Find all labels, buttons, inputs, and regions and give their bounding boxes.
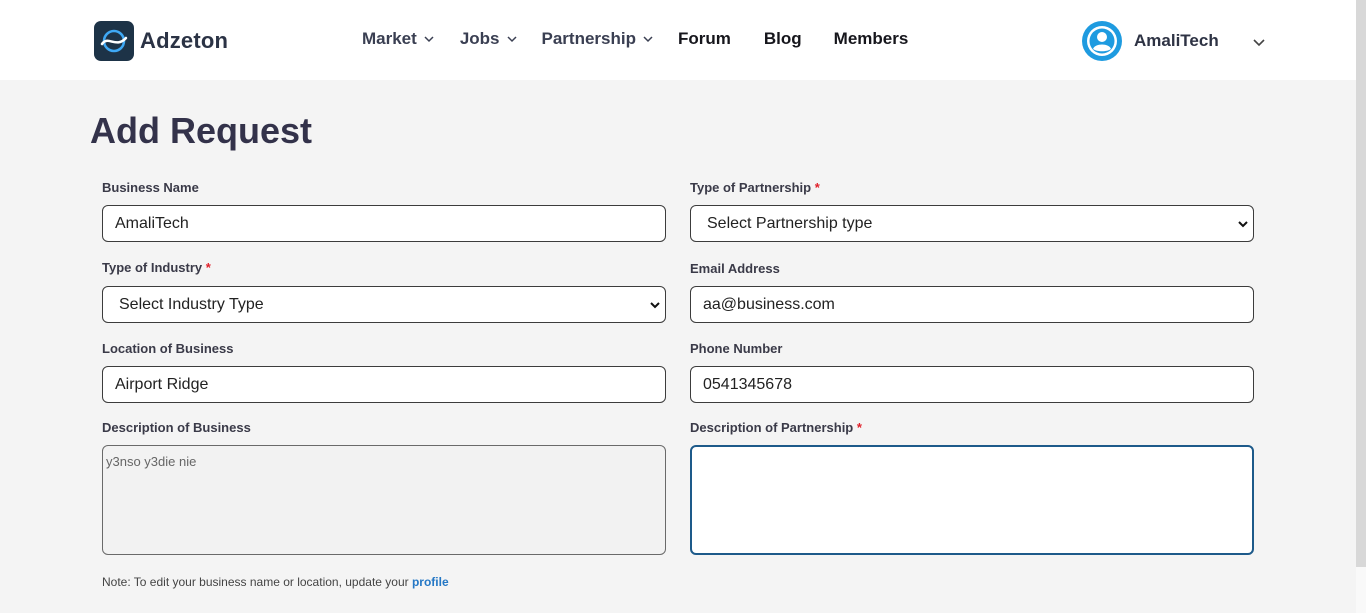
nav-forum-label: Forum [677,29,731,48]
nav-forum[interactable]: Forum [678,29,731,49]
partnership-type-select[interactable]: Select Partnership type [690,205,1254,242]
business-description-label-text: Description of Business [102,420,251,435]
user-name: AmaliTech [1134,31,1219,50]
chevron-down-icon [650,302,660,309]
user-avatar-icon [1082,21,1122,61]
nav-members-label: Members [833,29,909,48]
nav-jobs-label: Jobs [459,29,500,48]
chevron-down-icon [1238,221,1248,228]
location-value: Airport Ridge [115,375,209,393]
business-name-label: Business Name [102,180,199,195]
partnership-description-textarea[interactable] [690,445,1254,555]
chevron-down-icon[interactable] [1252,35,1266,49]
industry-type-select[interactable]: Select Industry Type [102,286,666,323]
partnership-type-label: Type of Partnership * [690,180,820,195]
brand-name: Adzeton [140,28,229,53]
business-name-field[interactable]: AmaliTech [102,205,666,242]
business-name-label-text: Business Name [102,180,199,195]
location-label-text: Location of Business [102,341,234,356]
business-description-label: Description of Business [102,420,251,435]
profile-link[interactable]: profile [412,575,449,589]
nav-market[interactable]: Market [362,29,435,49]
industry-type-label-text: Type of Industry [102,260,203,275]
partnership-description-label-text: Description of Partnership [690,420,854,435]
required-mark: * [856,420,862,435]
location-field[interactable]: Airport Ridge [102,366,666,403]
email-label: Email Address [690,261,780,276]
phone-value: 0541345678 [703,375,792,393]
top-navbar: Adzeton Market Jobs Partnership Forum Bl… [0,0,1356,80]
industry-type-label: Type of Industry * [102,260,211,275]
industry-type-value: Select Industry Type [119,295,264,313]
chevron-down-icon [643,36,653,43]
nav-blog-label: Blog [763,29,802,48]
partnership-type-label-text: Type of Partnership [690,180,812,195]
user-menu[interactable]: AmaliTech [1082,21,1265,61]
nav-members[interactable]: Members [834,29,909,49]
adzeton-logo-icon [94,21,134,61]
nav-partnership[interactable]: Partnership [542,29,654,49]
required-mark: * [205,260,211,275]
email-label-text: Email Address [690,261,780,276]
chevron-down-icon [424,36,434,43]
phone-label-text: Phone Number [690,341,783,356]
email-value: aa@business.com [703,295,835,313]
phone-field[interactable]: 0541345678 [690,366,1254,403]
nav-jobs[interactable]: Jobs [460,29,518,49]
required-mark: * [814,180,820,195]
brand-logo[interactable]: Adzeton [94,21,228,61]
partnership-description-label: Description of Partnership * [690,420,862,435]
page-title: Add Request [90,110,313,151]
chevron-down-icon [506,36,517,43]
nav-partnership-label: Partnership [541,29,636,48]
email-field[interactable]: aa@business.com [690,286,1254,323]
scrollbar-thumb[interactable] [1356,0,1366,567]
profile-note: Note: To edit your business name or loca… [102,575,449,589]
main-menu: Market Jobs Partnership Forum Blog Membe… [362,29,908,49]
business-description-textarea[interactable]: y3nso y3die nie [102,445,666,555]
phone-label: Phone Number [690,341,782,356]
nav-market-label: Market [362,29,417,48]
profile-note-text: Note: To edit your business name or loca… [102,575,412,589]
business-description-value: y3nso y3die nie [106,454,197,469]
partnership-type-value: Select Partnership type [707,214,873,232]
business-name-value: AmaliTech [115,214,189,232]
nav-blog[interactable]: Blog [764,29,802,49]
location-label: Location of Business [102,341,233,356]
